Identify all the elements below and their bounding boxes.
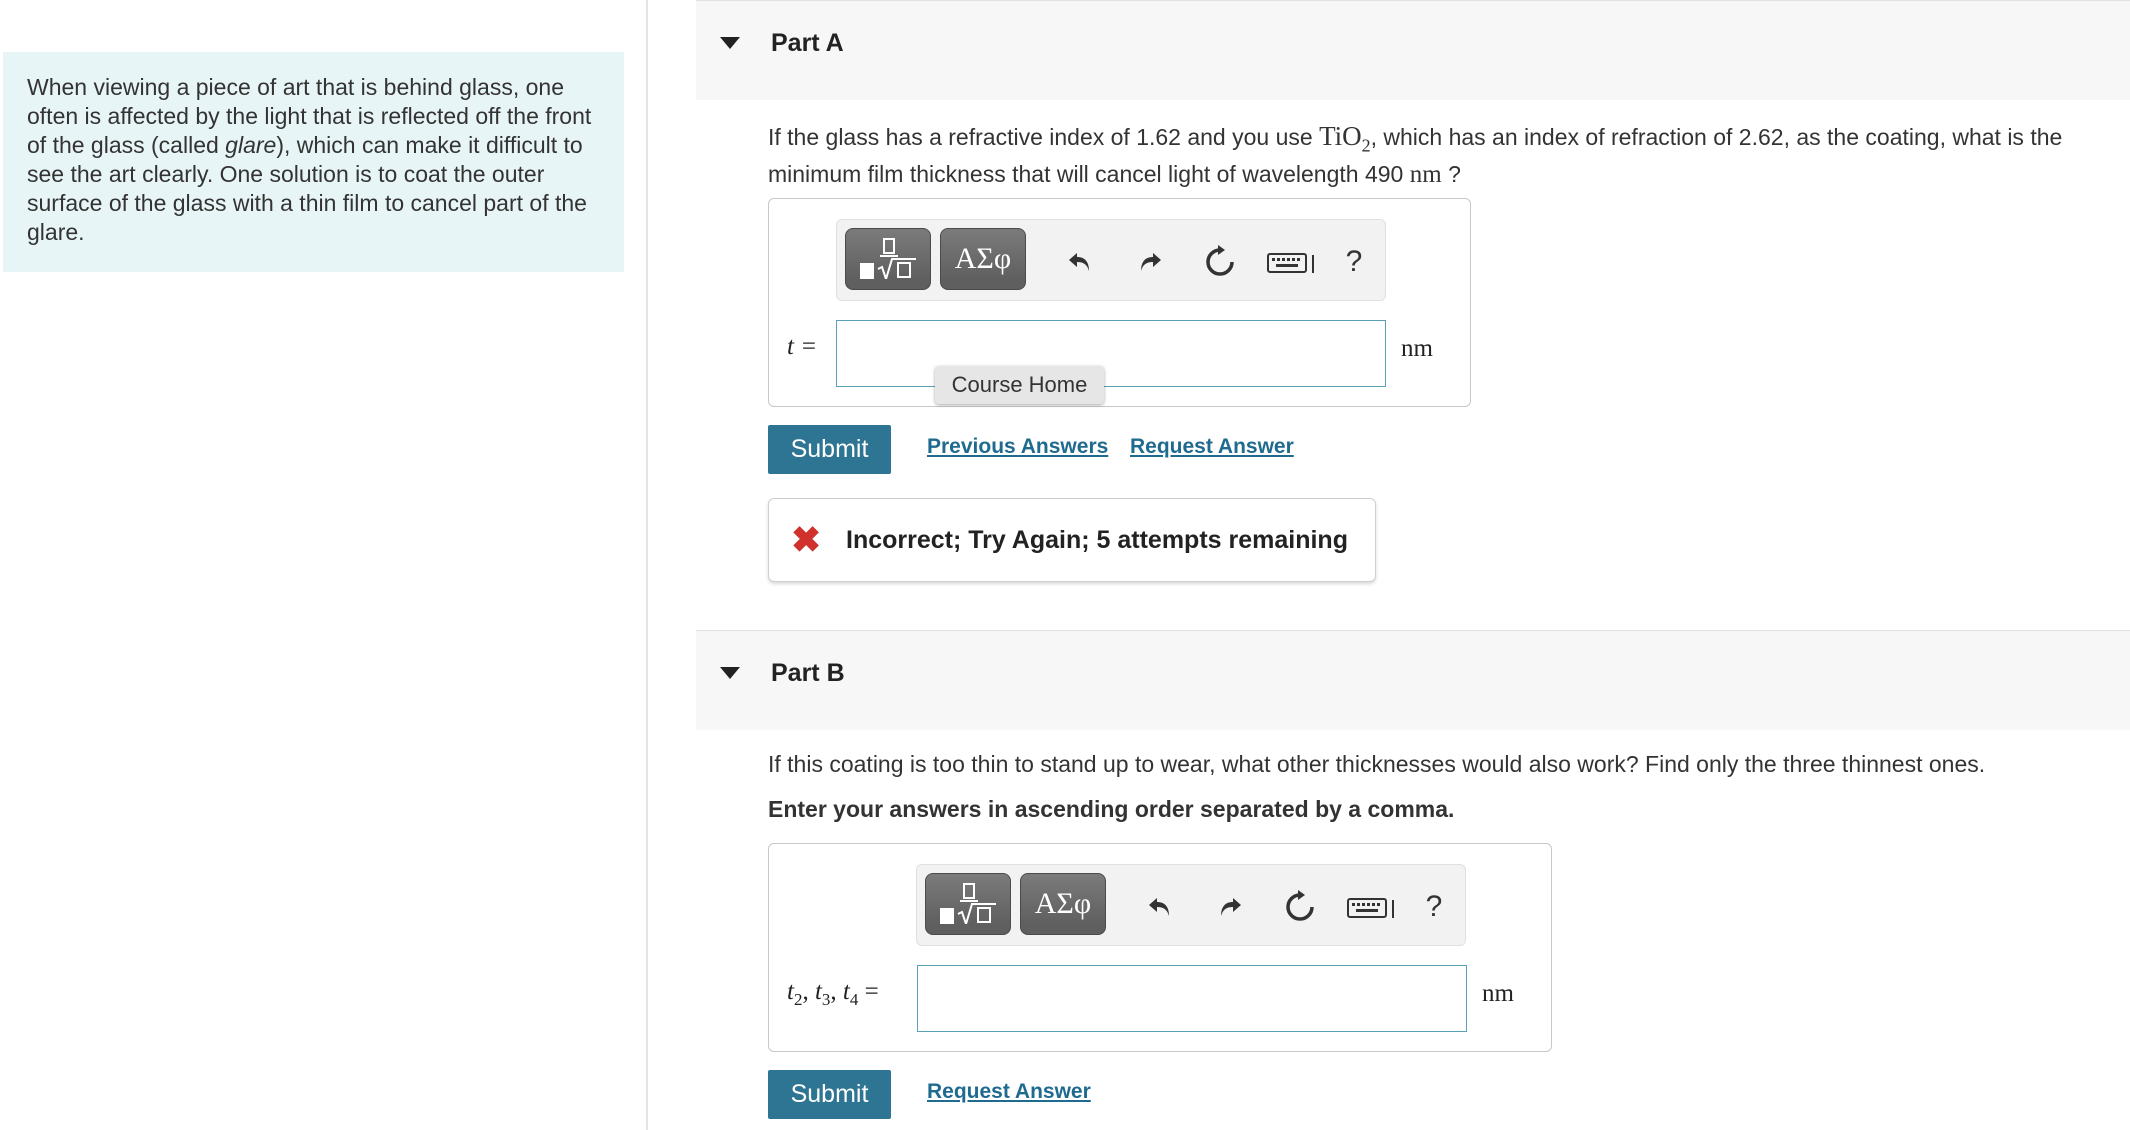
part-b-title: Part B <box>771 659 845 687</box>
part-b-header[interactable]: Part B <box>696 630 2130 730</box>
part-a-header[interactable]: Part A <box>696 0 2130 100</box>
part-a-math-toolbar: ΑΣφ ? <box>836 219 1386 301</box>
part-b-eq-label: t2, t3, t4 = <box>787 978 879 1009</box>
keyboard-icon[interactable] <box>1265 242 1319 282</box>
tio2-formula: TiO2 <box>1319 121 1371 156</box>
undo-icon[interactable] <box>1140 887 1180 927</box>
greek-symbols-button[interactable]: ΑΣφ <box>940 228 1026 290</box>
undo-icon[interactable] <box>1060 242 1100 282</box>
column-divider <box>646 0 648 1130</box>
templates-button[interactable] <box>845 228 931 290</box>
part-a-eq-label: t = <box>787 333 818 360</box>
fraction-root-icon <box>940 883 996 926</box>
redo-icon[interactable] <box>1210 887 1250 927</box>
greek-symbols-button[interactable]: ΑΣφ <box>1020 873 1106 935</box>
intro-glare: glare <box>225 132 277 158</box>
part-a-question: If the glass has a refractive index of 1… <box>768 121 2063 189</box>
fraction-root-icon <box>860 238 916 281</box>
part-b-submit-button[interactable]: Submit <box>768 1070 891 1119</box>
course-home-tooltip: Course Home <box>935 366 1104 404</box>
intro-panel: When viewing a piece of art that is behi… <box>3 52 624 272</box>
part-a-request-answer-link[interactable]: Request Answer <box>1130 435 1294 459</box>
previous-answers-link[interactable]: Previous Answers <box>927 435 1108 459</box>
part-b-instruction: Enter your answers in ascending order se… <box>768 796 1455 822</box>
help-button[interactable]: ? <box>1334 242 1374 282</box>
part-b-question: If this coating is too thin to stand up … <box>768 751 1986 777</box>
part-b-math-toolbar: ΑΣφ ? <box>916 864 1466 946</box>
part-a-feedback: ✖ Incorrect; Try Again; 5 attempts remai… <box>768 498 1376 582</box>
templates-button[interactable] <box>925 873 1011 935</box>
part-a-answer-box: ΑΣφ ? t = nm <box>768 198 1471 407</box>
part-a-unit: nm <box>1401 335 1433 362</box>
collapse-caret-icon[interactable] <box>720 667 740 679</box>
part-b-request-answer-link[interactable]: Request Answer <box>927 1080 1091 1104</box>
keyboard-icon[interactable] <box>1345 887 1399 927</box>
feedback-text: Incorrect; Try Again; 5 attempts remaini… <box>846 526 1348 554</box>
reset-icon[interactable] <box>1280 887 1320 927</box>
part-a-title: Part A <box>771 29 844 57</box>
part-b-unit: nm <box>1482 980 1514 1007</box>
part-a-submit-button[interactable]: Submit <box>768 425 891 474</box>
redo-icon[interactable] <box>1130 242 1170 282</box>
part-b-answer-input[interactable] <box>917 965 1467 1032</box>
reset-icon[interactable] <box>1200 242 1240 282</box>
part-a-answer-input[interactable] <box>836 320 1386 387</box>
incorrect-x-icon: ✖ <box>791 519 822 560</box>
part-b-answer-box: ΑΣφ ? t2, t3, t4 = nm <box>768 843 1552 1052</box>
collapse-caret-icon[interactable] <box>720 37 740 49</box>
help-button[interactable]: ? <box>1414 887 1454 927</box>
